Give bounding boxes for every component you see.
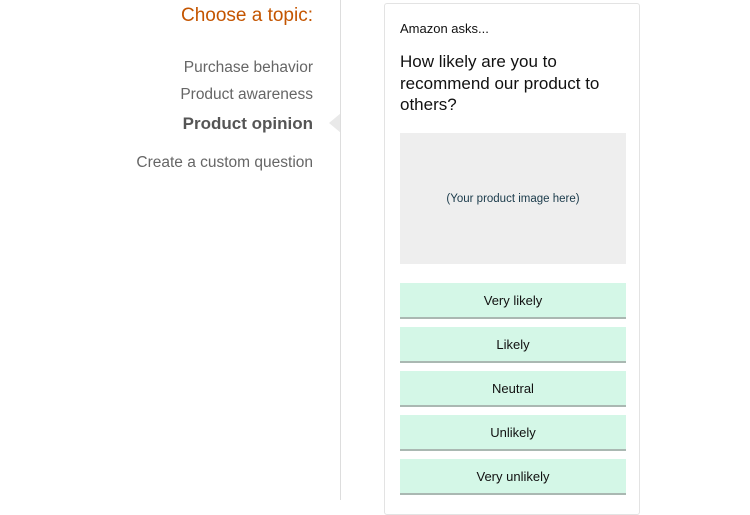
- topic-purchase-behavior[interactable]: Purchase behavior: [184, 59, 313, 77]
- answer-very-likely[interactable]: Very likely: [400, 283, 626, 319]
- topic-product-opinion[interactable]: Product opinion: [183, 114, 313, 134]
- topic-product-awareness[interactable]: Product awareness: [180, 86, 313, 104]
- topic-panel: Choose a topic: Purchase behavior Produc…: [0, 0, 340, 500]
- answer-likely[interactable]: Likely: [400, 327, 626, 363]
- asker-label: Amazon asks...: [400, 21, 489, 36]
- question-preview-card: Amazon asks... How likely are you to rec…: [384, 3, 640, 515]
- topic-heading: Choose a topic:: [180, 5, 313, 26]
- answer-unlikely[interactable]: Unlikely: [400, 415, 626, 451]
- answer-neutral[interactable]: Neutral: [400, 371, 626, 407]
- product-image-placeholder: (Your product image here): [400, 133, 626, 264]
- product-image-placeholder-text: (Your product image here): [446, 192, 580, 205]
- question-text: How likely are you to recommend our prod…: [400, 52, 600, 114]
- panel-divider: [340, 0, 341, 500]
- topic-custom-question[interactable]: Create a custom question: [136, 154, 313, 172]
- answer-very-unlikely[interactable]: Very unlikely: [400, 459, 626, 495]
